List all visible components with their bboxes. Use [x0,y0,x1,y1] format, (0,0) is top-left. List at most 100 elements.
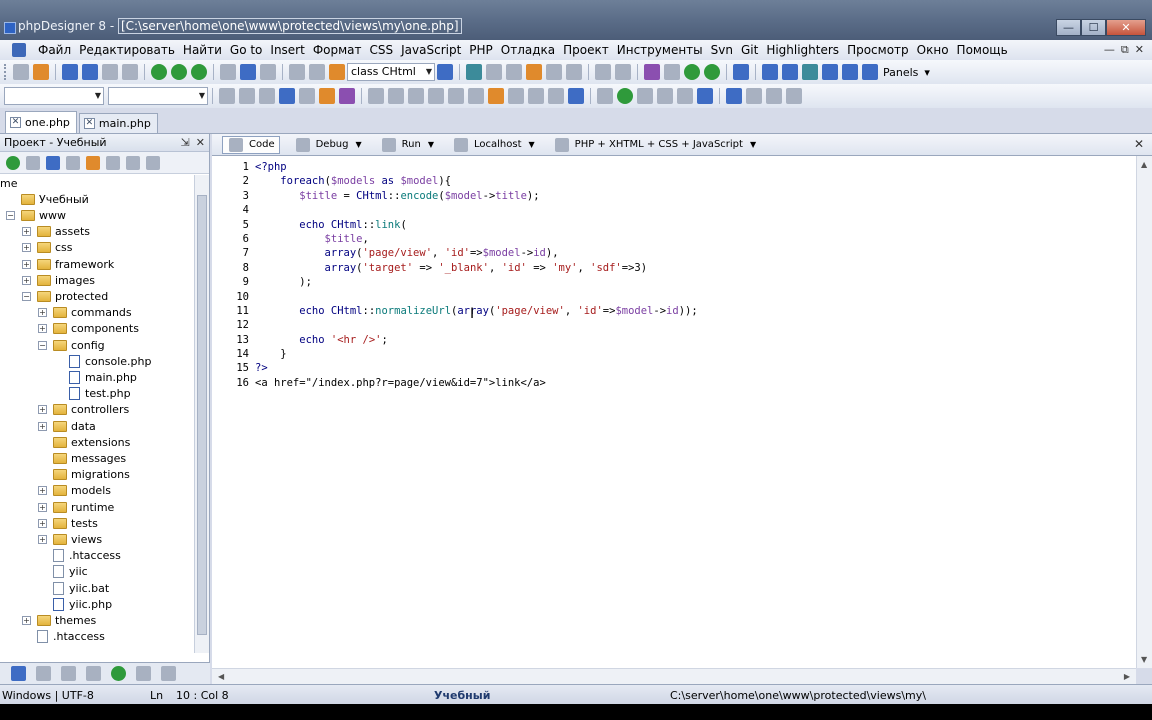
code-line[interactable]: 2 foreach($models as $model){ [212,174,451,188]
code-line[interactable]: 11 echo CHtml::normalizeUrl(array('page/… [212,304,697,318]
menu-window[interactable]: Окно [913,43,953,57]
tree-item[interactable]: + tests [38,515,98,531]
scroll-right-icon[interactable]: ▶ [1124,672,1130,681]
export-icon[interactable] [746,88,762,104]
expand-icon[interactable]: + [38,308,47,318]
browser-preview-icon[interactable] [151,64,167,80]
forward-arrow-icon[interactable] [615,64,631,80]
code-line[interactable]: 16 <a href="/index.php?r=page/view&id=7">… [212,376,545,390]
split-view-icon[interactable] [822,64,838,80]
save-all-icon[interactable] [82,64,98,80]
redo-icon[interactable] [260,64,276,80]
expand-icon[interactable]: + [38,324,47,334]
expand-icon[interactable]: + [38,421,47,431]
refresh-preview-icon[interactable] [191,64,207,80]
list-icon[interactable] [697,88,713,104]
hand-icon[interactable] [488,88,504,104]
code-line[interactable]: 15 ?> [212,361,267,375]
validate-icon[interactable] [684,64,700,80]
block-icon[interactable] [508,88,524,104]
menu-file[interactable]: Файл [34,43,75,57]
form-field-icon[interactable] [548,88,564,104]
outdent-icon[interactable] [428,88,444,104]
code-explorer-tab-icon[interactable] [61,666,76,681]
menu-find[interactable]: Найти [179,43,226,57]
link-icon[interactable] [597,88,613,104]
menu-css[interactable]: CSS [366,43,398,57]
code-line[interactable]: 8 array('target' => '_blank', 'id' => 'm… [212,261,647,275]
menu-tools[interactable]: Инструменты [613,43,707,57]
panel-left-icon[interactable] [762,64,778,80]
open-folder-icon[interactable] [33,64,49,80]
code-line[interactable]: 13 echo '<hr />'; [212,333,387,347]
code-button[interactable]: Code [222,135,280,154]
tools-icon[interactable] [766,88,782,104]
menu-project[interactable]: Проект [559,43,613,57]
code-line[interactable]: 3 $title = CHtml::encode($model->title); [212,189,540,203]
tree-item[interactable]: + runtime [38,499,114,515]
add-folder-icon[interactable] [26,155,40,170]
close-icon[interactable]: ✕ [196,136,205,149]
code-line[interactable]: 14 } [212,347,286,361]
tree-item[interactable]: + images [22,272,95,288]
grid-icon[interactable] [637,88,653,104]
code-line[interactable]: 10 [212,290,249,304]
toolbar-grip[interactable] [4,64,7,80]
undo-icon[interactable] [240,64,256,80]
properties-icon[interactable] [106,155,120,170]
tree-item[interactable]: Учебный [6,191,89,207]
menu-view[interactable]: Просмотр [843,43,913,57]
tree-item[interactable]: + framework [22,256,114,272]
fullscreen-icon[interactable] [842,64,858,80]
copy-icon[interactable] [309,64,325,80]
expand-icon[interactable]: + [22,615,31,625]
tree-item[interactable]: + assets [22,224,90,240]
tab-main-php[interactable]: ✕ main.php [78,113,158,133]
wrap-icon[interactable] [219,88,235,104]
encoding-status[interactable]: Windows | UTF-8 [2,689,94,702]
tree-item[interactable]: me [0,175,17,191]
checkbox-icon[interactable] [568,88,584,104]
save-icon[interactable] [62,64,78,80]
tree-item[interactable]: console.php [54,353,151,369]
title-bar[interactable]: phpDesigner 8 - [C:\server\home\one\www\… [0,0,1152,40]
tree-item[interactable]: yiic.php [38,596,112,612]
anchor-icon[interactable] [388,88,404,104]
function-combo[interactable]: ▼ [108,87,208,105]
cursor-icon[interactable] [368,88,384,104]
tree-scrollbar[interactable] [194,175,209,653]
menu-highlighters[interactable]: Highlighters [762,43,843,57]
project-settings-icon[interactable] [46,155,60,170]
tree-item[interactable]: migrations [38,467,130,483]
expand-icon[interactable]: + [38,502,47,512]
close-file-icon[interactable] [122,64,138,80]
menu-help[interactable]: Помощь [953,43,1012,57]
tree-item[interactable]: − protected [22,288,108,304]
expand-icon[interactable]: + [38,405,47,415]
run-button[interactable]: Run ▼ [376,137,438,153]
panel-bottom-icon[interactable] [802,64,818,80]
expand-icon[interactable]: + [38,534,47,544]
library-tab-icon[interactable] [86,666,101,681]
tree-item[interactable]: − config [38,337,105,353]
tree-item[interactable]: main.php [54,369,137,385]
files-tab-icon[interactable] [36,666,51,681]
context-combo[interactable]: ▼ [4,87,104,105]
tree-item[interactable]: extensions [38,434,130,450]
indent-icon[interactable] [408,88,424,104]
new-file-icon[interactable] [13,64,29,80]
template-icon[interactable] [299,88,315,104]
tree-item[interactable]: yiic [38,564,88,580]
scrollbar-thumb[interactable] [197,195,207,635]
expand-icon[interactable]: + [38,518,47,528]
code-line[interactable]: 9 ); [212,275,312,289]
tree-item[interactable]: − www [6,207,66,223]
bookmark-icon[interactable] [506,64,522,80]
save-as-icon[interactable] [102,64,118,80]
ftp-tab-icon[interactable] [161,666,176,681]
web-icon[interactable] [733,64,749,80]
div-icon[interactable] [677,88,693,104]
menu-edit[interactable]: Редактировать [75,43,179,57]
debug-icon[interactable] [704,64,720,80]
tree-item[interactable]: + css [22,240,73,256]
